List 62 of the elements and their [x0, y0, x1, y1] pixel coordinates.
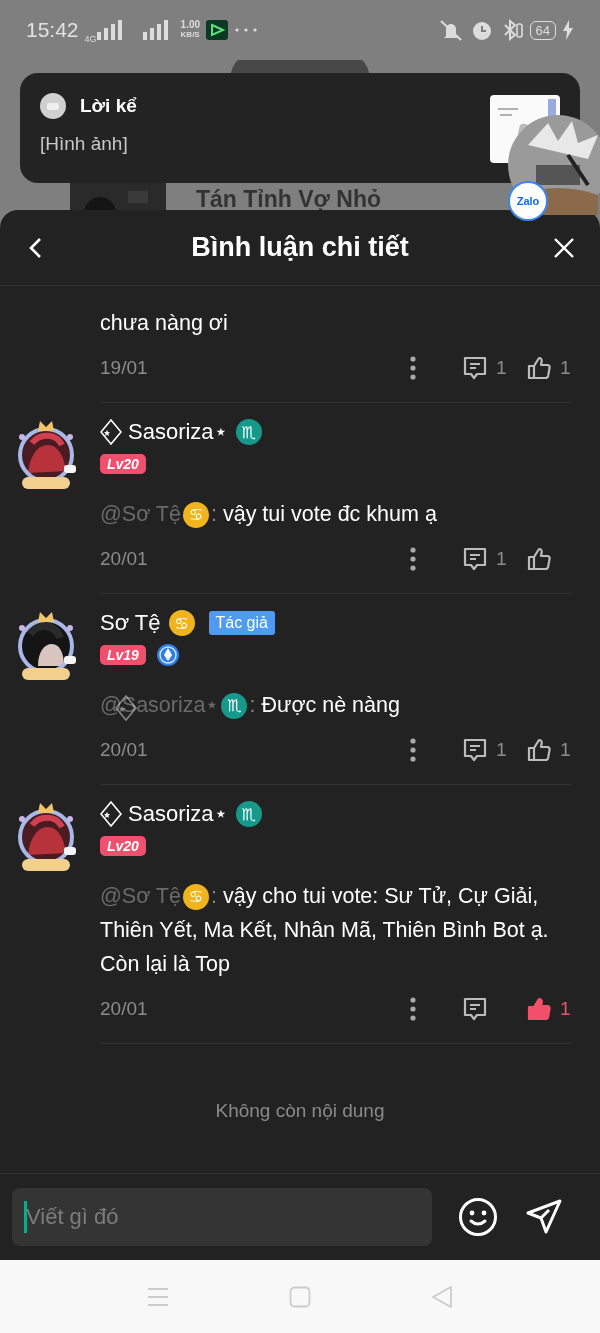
more-options-icon[interactable]	[410, 997, 416, 1021]
thumbs-up-icon	[526, 996, 552, 1022]
more-icon	[234, 27, 259, 33]
thumbs-up-icon	[526, 355, 552, 381]
user-name[interactable]: Sasoriza⋆	[128, 419, 228, 445]
user-name[interactable]: Sơ Tệ	[100, 610, 161, 636]
close-button[interactable]	[552, 235, 576, 260]
reply-button[interactable]: 1	[462, 737, 508, 763]
speed-unit: KB/S	[180, 30, 201, 40]
app-icon	[206, 20, 229, 40]
app-badge: Zalo	[510, 183, 546, 219]
battery-level: 64	[529, 20, 556, 40]
comment-date: 19/01	[100, 357, 149, 379]
charging-icon	[562, 20, 574, 40]
more-options-icon[interactable]	[410, 547, 416, 571]
more-options-icon[interactable]	[410, 356, 416, 380]
zodiac-badge: ♋	[182, 884, 209, 911]
diamond-star-icon	[100, 801, 122, 827]
comment-date: 20/01	[100, 739, 149, 761]
like-button[interactable]: 1	[526, 737, 572, 763]
message-icon	[40, 93, 66, 119]
comment-text: chưa nàng ơi	[100, 311, 228, 335]
zodiac-badge: ♏	[221, 693, 248, 720]
clock-time: 15:42	[26, 18, 79, 42]
reply-button[interactable]: 1	[462, 546, 508, 572]
mention-link[interactable]: @Sơ Tệ	[100, 884, 181, 908]
emoji-button[interactable]	[458, 1197, 498, 1237]
like-button[interactable]: 1	[526, 996, 572, 1022]
comment-text: @Sơ Tệ ♋ : vậy cho tui vote: Sư Tử, Cự Giải, Thiên Yết, Ma Kết, Nhân Mã, Thiên Bình Bot ạ. Còn lại là Top	[100, 883, 550, 978]
author-tag: Tác giả	[208, 611, 275, 635]
more-options-icon[interactable]	[410, 738, 416, 762]
thumbs-up-icon	[526, 737, 552, 763]
notification-title: Lời kể	[80, 95, 137, 117]
zodiac-badge: ♋	[168, 610, 195, 636]
mention-link[interactable]: @Sơ Tệ	[100, 502, 181, 526]
comment-icon	[462, 996, 488, 1022]
comment-icon	[462, 546, 488, 572]
comment-text: @Sơ Tệ ♋ : vậy tui vote đc khum ạ	[100, 497, 572, 531]
pen-badge-icon	[155, 643, 180, 667]
zodiac-badge: ♏	[235, 801, 262, 827]
sheet-title: Bình luận chi tiết	[190, 232, 410, 263]
smiley-icon	[458, 1197, 498, 1237]
end-of-list-text: Không còn nội dung	[214, 1100, 386, 1122]
comment-date: 20/01	[100, 998, 149, 1020]
comment-date: 20/01	[100, 548, 149, 570]
comment-icon	[462, 737, 488, 763]
notification-text: [Hình ảnh]	[40, 133, 129, 155]
close-icon	[552, 235, 576, 260]
comment-icon	[462, 355, 488, 381]
zodiac-badge: ♋	[182, 502, 209, 529]
mute-icon	[437, 18, 464, 42]
like-button[interactable]: 1	[526, 355, 572, 381]
level-badge: Lv19	[100, 645, 146, 665]
level-badge: Lv20	[100, 836, 146, 856]
network-type: 4G	[84, 34, 97, 44]
network-speed: 1.00	[180, 20, 201, 30]
level-badge: Lv20	[100, 454, 146, 474]
reply-button[interactable]: 1	[462, 355, 508, 381]
thumbs-up-icon	[526, 546, 552, 572]
diamond-star-icon	[100, 419, 122, 445]
zodiac-badge: ♏	[235, 419, 262, 445]
user-name[interactable]: Sasoriza⋆	[128, 801, 228, 827]
